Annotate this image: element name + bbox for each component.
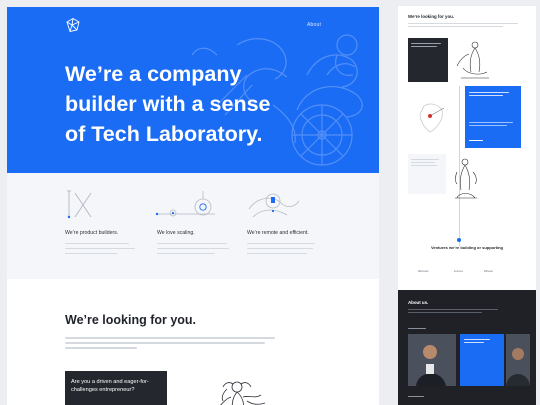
- hero-headline: We’re a company builder with a sense of …: [65, 59, 315, 149]
- card-text-line: [464, 342, 484, 343]
- feature-text-line: [157, 248, 229, 250]
- venture-logo[interactable]: liftbeam: [484, 270, 493, 273]
- venture-logo[interactable]: kosmos: [454, 270, 463, 273]
- card-text-line: [411, 159, 439, 160]
- section-title: About us.: [408, 300, 429, 305]
- card-text-line: [411, 165, 437, 166]
- ventures-title: Ventures we’re building or supporting: [430, 245, 503, 250]
- sculpture-sketch: [455, 158, 477, 199]
- founder-bio-card[interactable]: [460, 334, 504, 386]
- timeline-dot: [457, 238, 461, 242]
- person-silhouette-icon: [408, 334, 456, 386]
- features-section: We’re product builders. We love scaling.…: [7, 173, 379, 279]
- hero-section: About We’re a company builder with a sen…: [7, 7, 379, 173]
- feature-text-line: [65, 248, 135, 250]
- card-text-line: [469, 95, 503, 96]
- hero-headline-line: of Tech Laboratory.: [65, 122, 263, 146]
- hero-headline-line: builder with a sense: [65, 92, 271, 116]
- paragraph-line: [65, 347, 137, 349]
- card-text-line: [469, 125, 507, 126]
- paragraph-line: [408, 26, 503, 27]
- team-photo[interactable]: [506, 334, 530, 386]
- feature-text-line: [157, 243, 227, 245]
- venture-logo[interactable]: fabricator: [418, 270, 429, 273]
- section-title: We’re looking for you.: [65, 313, 197, 327]
- feature-text-line: [65, 243, 129, 245]
- paragraph-line: [408, 312, 482, 313]
- preview-card-blue[interactable]: [465, 86, 521, 148]
- paragraph-line: [408, 23, 518, 24]
- feature-text-line: [65, 253, 117, 255]
- feature-title: We’re remote and efficient.: [247, 230, 309, 236]
- map-illustration: [419, 103, 445, 133]
- paragraph-line: [65, 337, 275, 339]
- preview-card-light[interactable]: [408, 154, 446, 194]
- paragraph-line: [65, 342, 265, 344]
- design-presentation: About We’re a company builder with a sen…: [0, 0, 540, 405]
- paragraph-line: [408, 309, 498, 310]
- feature-text-line: [247, 248, 313, 250]
- landing-page-preview: We’re looking for you. Ventures we’re bu…: [398, 6, 536, 405]
- section-title: We’re looking for you.: [408, 14, 455, 19]
- card-text-line: [411, 46, 437, 47]
- label-line: [408, 328, 426, 329]
- feature-text-line: [247, 243, 315, 245]
- card-text-line: [411, 162, 435, 163]
- landing-page-main: About We’re a company builder with a sen…: [7, 7, 379, 405]
- label-line: [408, 396, 424, 397]
- card-text-line: [469, 122, 513, 123]
- classical-figure-sketch: [220, 381, 266, 405]
- about-us-section: About us.: [398, 290, 536, 405]
- card-text-line: [469, 92, 509, 93]
- scaling-icon: [155, 191, 215, 217]
- pencil-ruler-icon: [67, 190, 92, 219]
- founder-photo[interactable]: [408, 334, 456, 386]
- statue-sketch: [456, 41, 489, 79]
- feature-title: We’re product builders.: [65, 230, 119, 236]
- looking-for-you-section: We’re looking for you. Are you a driven …: [7, 279, 379, 405]
- person-silhouette-icon: [506, 348, 530, 386]
- feature-title: We love scaling.: [157, 230, 195, 236]
- nav-link-about[interactable]: About: [307, 22, 321, 28]
- card-text-line: [464, 339, 490, 340]
- location-pin-icon: [248, 193, 300, 218]
- entrepreneur-card[interactable]: Are you a driven and eager-for-challenge…: [65, 371, 167, 405]
- company-logo-icon[interactable]: [65, 17, 81, 33]
- preview-card-dark[interactable]: [408, 38, 448, 82]
- feature-text-line: [247, 253, 307, 255]
- card-link: [469, 140, 483, 141]
- hero-headline-line: We’re a company: [65, 62, 242, 86]
- card-text-line: [411, 43, 441, 44]
- feature-text-line: [157, 253, 215, 255]
- card-text: Are you a driven and eager-for-challenge…: [71, 379, 149, 393]
